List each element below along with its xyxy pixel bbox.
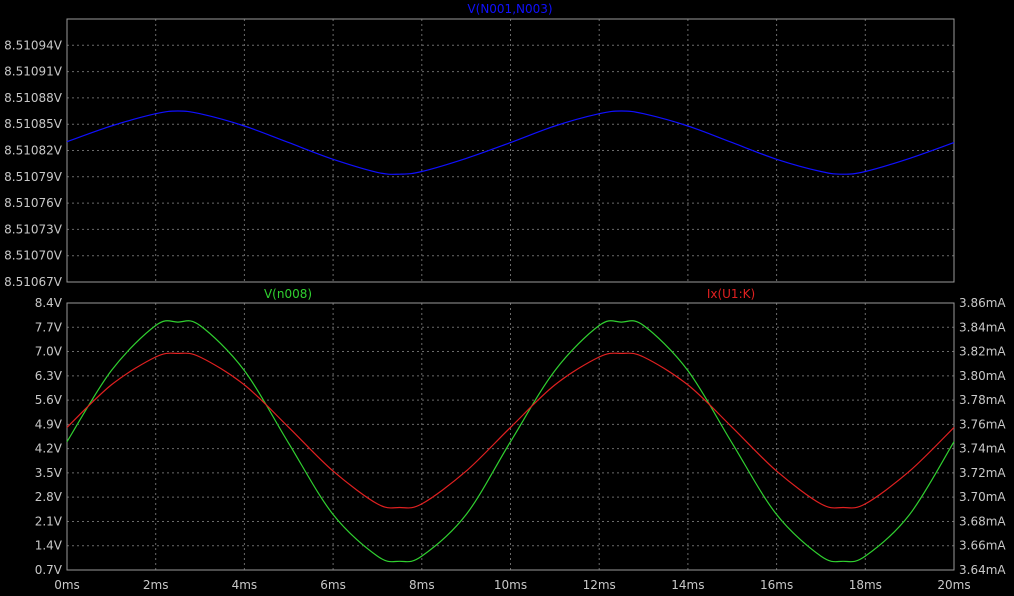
top-plot-pane[interactable]: 8.51067V 8.51070V 8.51073V 8.51076V 8.51079V… — [4, 18, 955, 289]
y-left-tick-label: 7.0V — [35, 345, 63, 359]
y-right-tick-label: 3.86mA — [959, 296, 1006, 310]
trace-label-ix-u1-k[interactable]: Ix(U1:K) — [707, 287, 755, 301]
y-right-tick-label: 3.70mA — [959, 490, 1006, 504]
x-tick-label: 8ms — [409, 578, 435, 592]
y-left-tick-label: 8.51094V — [4, 38, 63, 52]
y-left-tick-label: 8.51088V — [4, 91, 63, 105]
y-right-tick-label: 3.72mA — [959, 466, 1006, 480]
y-left-tick-label: 8.51073V — [4, 222, 63, 236]
x-tick-label: 18ms — [849, 578, 882, 592]
y-left-tick-label: 5.6V — [35, 393, 63, 407]
x-tick-label: 14ms — [671, 578, 704, 592]
y-left-tick-label: 4.2V — [35, 442, 63, 456]
y-left-tick-label: 8.51079V — [4, 170, 63, 184]
y-left-tick-label: 8.51085V — [4, 117, 63, 131]
y-right-tick-label: 3.76mA — [959, 417, 1006, 431]
trace-label-v-n008[interactable]: V(n008) — [264, 287, 312, 301]
y-right-tick-label: 3.82mA — [959, 345, 1006, 359]
y-left-tick-label: 8.51070V — [4, 249, 63, 263]
y-right-tick-label: 3.74mA — [959, 442, 1006, 456]
waveform-plot: 8.51067V 8.51070V 8.51073V 8.51076V 8.51079V… — [4, 2, 1007, 592]
x-tick-label: 10ms — [494, 578, 527, 592]
x-tick-label: 4ms — [232, 578, 258, 592]
trace-label-v-n001-n003[interactable]: V(N001,N003) — [467, 2, 552, 16]
x-tick-label: 2ms — [143, 578, 169, 592]
x-tick-label: 12ms — [583, 578, 616, 592]
x-tick-label: 16ms — [760, 578, 793, 592]
y-right-tick-label: 3.78mA — [959, 393, 1006, 407]
x-tick-label: 0ms — [54, 578, 80, 592]
x-tick-label: 6ms — [320, 578, 346, 592]
bottom-plot-pane[interactable]: 0ms 2ms 4ms 6ms 8ms 10ms 12ms 14ms 16ms 18ms 20ms 0… — [35, 296, 1007, 592]
x-tick-label: 20ms — [937, 578, 970, 592]
y-left-tick-label: 4.9V — [35, 417, 63, 431]
y-left-tick-label: 2.1V — [35, 514, 63, 528]
y-left-tick-label: 8.4V — [35, 296, 63, 310]
y-left-tick-label: 7.7V — [35, 320, 63, 334]
y-right-tick-label: 3.68mA — [959, 514, 1006, 528]
y-left-tick-label: 8.51076V — [4, 196, 63, 210]
y-left-tick-label: 2.8V — [35, 490, 63, 504]
y-left-tick-label: 0.7V — [35, 563, 63, 577]
y-left-tick-label: 8.51082V — [4, 144, 63, 158]
y-right-tick-label: 3.66mA — [959, 539, 1006, 553]
y-right-tick-label: 3.84mA — [959, 320, 1006, 334]
y-left-tick-label: 1.4V — [35, 539, 63, 553]
y-left-tick-label: 8.51067V — [4, 275, 63, 289]
y-left-tick-label: 6.3V — [35, 369, 63, 383]
y-left-tick-label: 3.5V — [35, 466, 63, 480]
y-right-tick-label: 3.80mA — [959, 369, 1006, 383]
y-left-tick-label: 8.51091V — [4, 65, 63, 79]
y-right-tick-label: 3.64mA — [959, 563, 1006, 577]
